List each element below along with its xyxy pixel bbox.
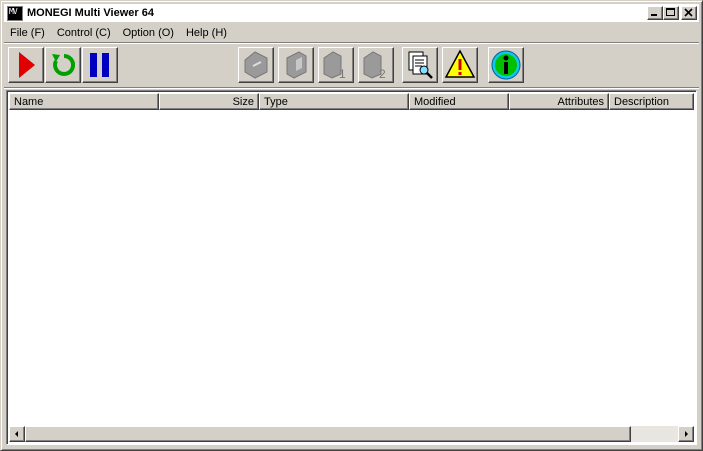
- column-header-attributes[interactable]: Attributes: [509, 93, 609, 110]
- menu-help[interactable]: Help (H): [180, 27, 233, 39]
- app-icon-text: MV: [9, 6, 18, 16]
- main-window: MV MONEGI Multi Viewer 64 File (F) Contr…: [0, 0, 703, 451]
- title-bar[interactable]: MV MONEGI Multi Viewer 64: [4, 4, 699, 22]
- menu-option[interactable]: Option (O): [117, 27, 180, 39]
- svg-text:2: 2: [379, 67, 386, 81]
- info-button[interactable]: [488, 47, 524, 83]
- close-button[interactable]: [681, 6, 697, 20]
- svg-text:1: 1: [339, 67, 346, 81]
- column-header-modified[interactable]: Modified: [409, 93, 509, 110]
- inspect-button[interactable]: [402, 47, 438, 83]
- tape-button[interactable]: [278, 47, 314, 83]
- refresh-icon: [52, 53, 76, 76]
- column-header-size[interactable]: Size: [159, 93, 259, 110]
- file-list[interactable]: Name Size Type Modified Attributes Descr…: [6, 90, 697, 445]
- arrow-left-icon: [15, 431, 18, 437]
- disc-button[interactable]: [238, 47, 274, 83]
- window-title: MONEGI Multi Viewer 64: [27, 7, 154, 19]
- refresh-button[interactable]: [45, 47, 81, 83]
- drive-2-button[interactable]: 2: [358, 47, 394, 83]
- list-header: Name Size Type Modified Attributes Descr…: [9, 93, 694, 110]
- toolbar-divider: [4, 87, 699, 89]
- pause-button[interactable]: [82, 47, 118, 83]
- play-button[interactable]: [8, 47, 44, 83]
- warning-button[interactable]: [442, 47, 478, 83]
- tape-icon: [286, 51, 307, 79]
- drive-2-icon: 2: [363, 51, 386, 81]
- horizontal-scrollbar[interactable]: [9, 426, 694, 442]
- minimize-button[interactable]: [647, 6, 663, 20]
- menu-bar: File (F) Control (C) Option (O) Help (H): [4, 23, 233, 42]
- arrow-right-icon: [685, 431, 688, 437]
- play-icon: [19, 52, 35, 78]
- menu-control[interactable]: Control (C): [51, 27, 117, 39]
- scroll-left-button[interactable]: [9, 426, 25, 442]
- info-icon: [491, 50, 521, 80]
- column-header-name[interactable]: Name: [9, 93, 159, 110]
- pause-icon: [90, 53, 109, 77]
- warning-icon: [444, 49, 476, 78]
- menu-file[interactable]: File (F): [4, 27, 51, 39]
- app-icon[interactable]: MV: [7, 5, 23, 21]
- column-header-description[interactable]: Description: [609, 93, 694, 110]
- menu-divider: [4, 42, 699, 44]
- scroll-right-button[interactable]: [678, 426, 694, 442]
- window-controls: [647, 6, 697, 20]
- toolbar: 1 2: [4, 45, 699, 87]
- maximize-button[interactable]: [663, 6, 679, 20]
- column-header-type[interactable]: Type: [259, 93, 409, 110]
- disc-icon: [244, 51, 268, 79]
- maximize-icon: [666, 8, 675, 16]
- close-icon: [684, 8, 693, 17]
- drive-1-button[interactable]: 1: [318, 47, 354, 83]
- scrollbar-thumb[interactable]: [25, 426, 631, 442]
- document-search-icon: [408, 51, 433, 79]
- drive-1-icon: 1: [323, 51, 346, 81]
- minimize-icon: [651, 14, 657, 16]
